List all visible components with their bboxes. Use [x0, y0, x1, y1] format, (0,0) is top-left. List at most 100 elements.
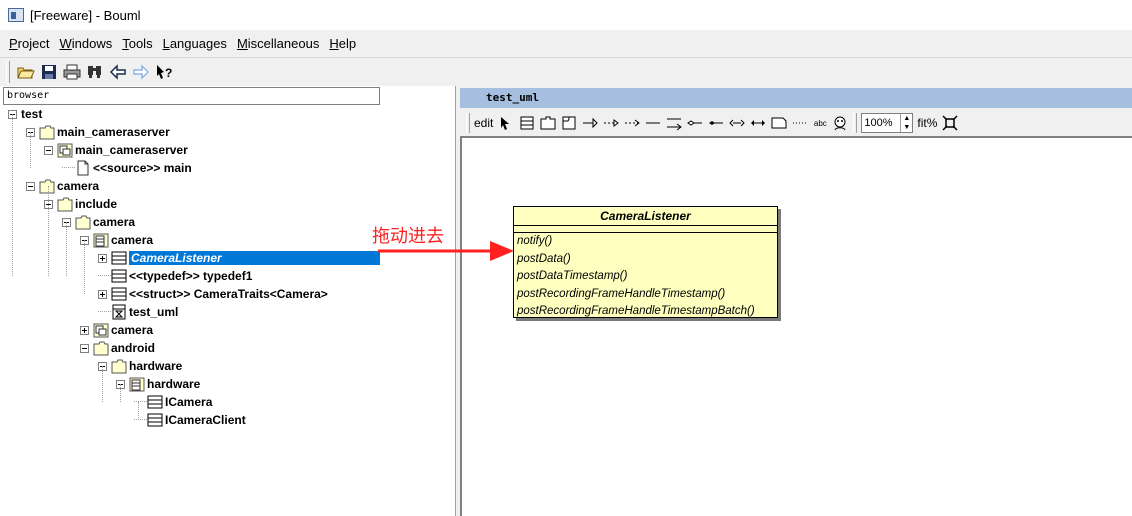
menu-miscellaneous[interactable]: Miscellaneous [232, 36, 324, 51]
tree-item[interactable]: <<typedef>> typedef1 [98, 267, 252, 285]
file-icon [75, 160, 91, 176]
diagram-canvas[interactable]: CameraListener notify() postData() postDat… [460, 136, 1132, 516]
fit-zoom-button[interactable]: fit% [917, 113, 937, 133]
fragment-tool-icon[interactable] [561, 113, 577, 133]
text-tool-button[interactable]: abc [813, 113, 827, 133]
tree-item[interactable]: <<struct>> CameraTraits<Camera> [98, 285, 328, 303]
expand-icon[interactable] [98, 289, 107, 299]
image-tool-icon[interactable] [832, 113, 848, 133]
find-icon[interactable] [85, 62, 105, 82]
tree-item[interactable]: main_cameraserver [44, 141, 188, 159]
zoom-toolbar-grip[interactable] [853, 113, 858, 133]
uml-operation[interactable]: notify() [514, 233, 777, 251]
diagram-toolbar-grip[interactable] [466, 113, 470, 133]
menu-windows[interactable]: Windows [54, 36, 117, 51]
bidirectional-aggregation-icon[interactable] [729, 113, 746, 133]
expand-icon[interactable] [98, 253, 107, 263]
tree-guide-line [120, 384, 121, 402]
package-tool-icon[interactable] [540, 113, 556, 133]
zoom-field[interactable]: 100% ▲ ▼ [861, 113, 914, 133]
dependency-icon[interactable] [624, 113, 641, 133]
tree-item[interactable]: hardware [116, 375, 200, 393]
menu-bar: Project Windows Tools Languages Miscellaneou… [0, 30, 1132, 56]
zoom-spinner[interactable]: ▲ ▼ [900, 114, 912, 132]
tree-connector [134, 393, 147, 402]
tree-item-label: <<struct>> CameraTraits<Camera> [129, 287, 328, 301]
tree-item-label: <<source>> main [93, 161, 192, 175]
tree-item[interactable]: android [80, 339, 155, 357]
uml-operation[interactable]: postRecordingFrameHandleTimestampBatch() [514, 303, 777, 321]
diagram-tab-title[interactable]: test_uml [460, 88, 1132, 108]
uml-operation[interactable]: postData() [514, 251, 777, 269]
diagram-icon [111, 304, 127, 320]
class-tool-icon[interactable] [519, 113, 535, 133]
tree-item-label: camera [111, 323, 154, 337]
generalisation-icon[interactable] [582, 113, 599, 133]
tree-guide-line [48, 186, 49, 276]
uml-operation[interactable]: postDataTimestamp() [514, 268, 777, 286]
expand-icon[interactable] [80, 325, 89, 335]
class-icon [147, 412, 163, 428]
tree-item[interactable]: hardware [98, 357, 182, 375]
collapse-icon[interactable] [44, 145, 53, 155]
menu-languages[interactable]: Languages [158, 36, 232, 51]
toolbar-grip[interactable] [6, 60, 10, 83]
menu-project[interactable]: Project [4, 36, 54, 51]
collapse-icon[interactable] [26, 181, 35, 191]
note-tool-icon[interactable] [771, 113, 787, 133]
tree-item[interactable]: test [8, 105, 42, 123]
tree-item-label: main_cameraserver [57, 125, 170, 139]
association-icon[interactable] [645, 113, 661, 133]
class-icon [111, 268, 127, 284]
folder-icon [93, 340, 109, 356]
diagram-panel: test_uml edit abc 100% ▲ ▼ fit% CameraLis… [460, 86, 1132, 516]
whats-this-icon[interactable]: ? [154, 62, 174, 82]
composition-icon[interactable] [708, 113, 724, 133]
optimal-window-size-icon[interactable] [942, 113, 958, 133]
tree-item-label: android [111, 341, 155, 355]
tree-item[interactable]: ICameraClient [134, 411, 246, 429]
open-icon[interactable] [16, 62, 36, 82]
back-icon[interactable] [108, 62, 128, 82]
tree-connector [134, 411, 147, 420]
tree-item[interactable]: <<source>> main [62, 159, 192, 177]
edit-button[interactable]: edit [474, 113, 493, 133]
tree-item[interactable]: camera [62, 213, 135, 231]
tree-item-label: hardware [147, 377, 201, 391]
select-arrow-icon[interactable] [498, 113, 514, 133]
folder-icon [111, 358, 127, 374]
uml-operation[interactable]: postRecordingFrameHandleTimestamp() [514, 286, 777, 304]
class-icon [111, 250, 127, 266]
anchor-tool-icon[interactable] [792, 113, 808, 133]
directional-association-icon[interactable] [666, 113, 683, 133]
menu-mnemonic: H [329, 35, 339, 51]
tree-item[interactable]: camera [26, 177, 99, 195]
tree-item[interactable]: camera [80, 321, 153, 339]
tree-item[interactable]: camera [80, 231, 153, 249]
tree-item[interactable]: include [44, 195, 117, 213]
tree-item[interactable]: main_cameraserver [26, 123, 170, 141]
print-icon[interactable] [62, 62, 82, 82]
tree-item[interactable]: test_uml [98, 303, 178, 321]
tree-guide-line [12, 114, 13, 276]
menu-tools[interactable]: Tools [117, 36, 157, 51]
tree-item[interactable]: CameraListener [98, 249, 380, 267]
uml-class-box[interactable]: CameraListener notify() postData() postDat… [513, 206, 778, 318]
tree-connector [98, 267, 111, 276]
aggregation-icon[interactable] [687, 113, 703, 133]
save-icon[interactable] [39, 62, 59, 82]
forward-icon[interactable] [131, 62, 151, 82]
deployment-view-icon [93, 322, 109, 338]
collapse-icon[interactable] [80, 343, 89, 353]
tree-item-label: test [21, 107, 43, 121]
menu-label: roject [17, 35, 50, 51]
drag-arrow-icon [378, 241, 514, 261]
menu-help[interactable]: Help [324, 36, 361, 51]
browser-header[interactable]: browser [3, 87, 380, 105]
bidirectional-association-icon[interactable] [750, 113, 766, 133]
realize-icon[interactable] [603, 113, 620, 133]
tree-guide-line [84, 240, 85, 294]
folder-icon [57, 196, 73, 212]
tree-item[interactable]: ICamera [134, 393, 212, 411]
uml-attributes-compartment [514, 226, 777, 233]
